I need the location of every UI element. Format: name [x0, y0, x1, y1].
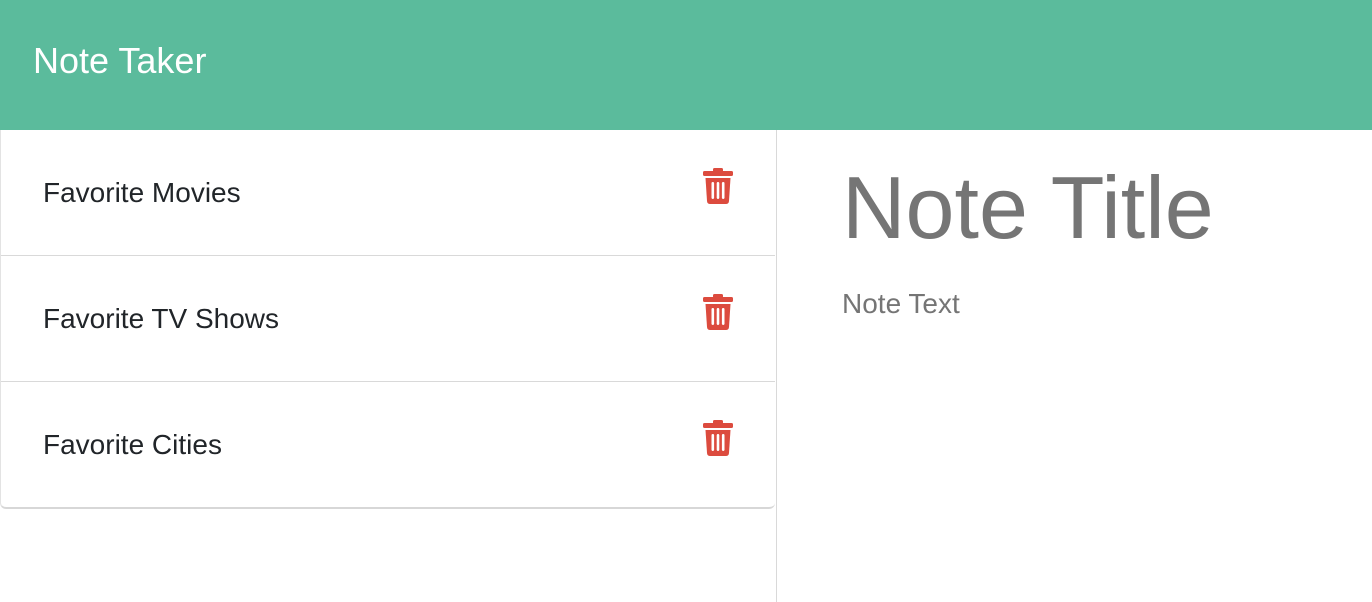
- list-item[interactable]: Favorite Cities: [1, 381, 775, 507]
- trash-icon[interactable]: [703, 168, 733, 204]
- list-item[interactable]: Favorite TV Shows: [1, 255, 775, 381]
- note-list: Favorite Movies Favorite TV Shows Favori…: [0, 130, 775, 509]
- trash-icon[interactable]: [703, 294, 733, 330]
- note-item-label: Favorite Movies: [43, 176, 241, 208]
- note-title-input[interactable]: [842, 158, 1342, 258]
- note-editor: [778, 130, 1372, 602]
- navbar: Note Taker: [0, 0, 1372, 130]
- list-item[interactable]: Favorite Movies: [1, 130, 775, 255]
- brand-link[interactable]: Note Taker: [33, 40, 206, 90]
- note-text-area[interactable]: [842, 288, 1342, 568]
- note-item-label: Favorite TV Shows: [43, 302, 280, 334]
- trash-icon[interactable]: [703, 420, 733, 456]
- note-list-panel: Favorite Movies Favorite TV Shows Favori…: [0, 130, 777, 602]
- note-item-label: Favorite Cities: [43, 428, 222, 460]
